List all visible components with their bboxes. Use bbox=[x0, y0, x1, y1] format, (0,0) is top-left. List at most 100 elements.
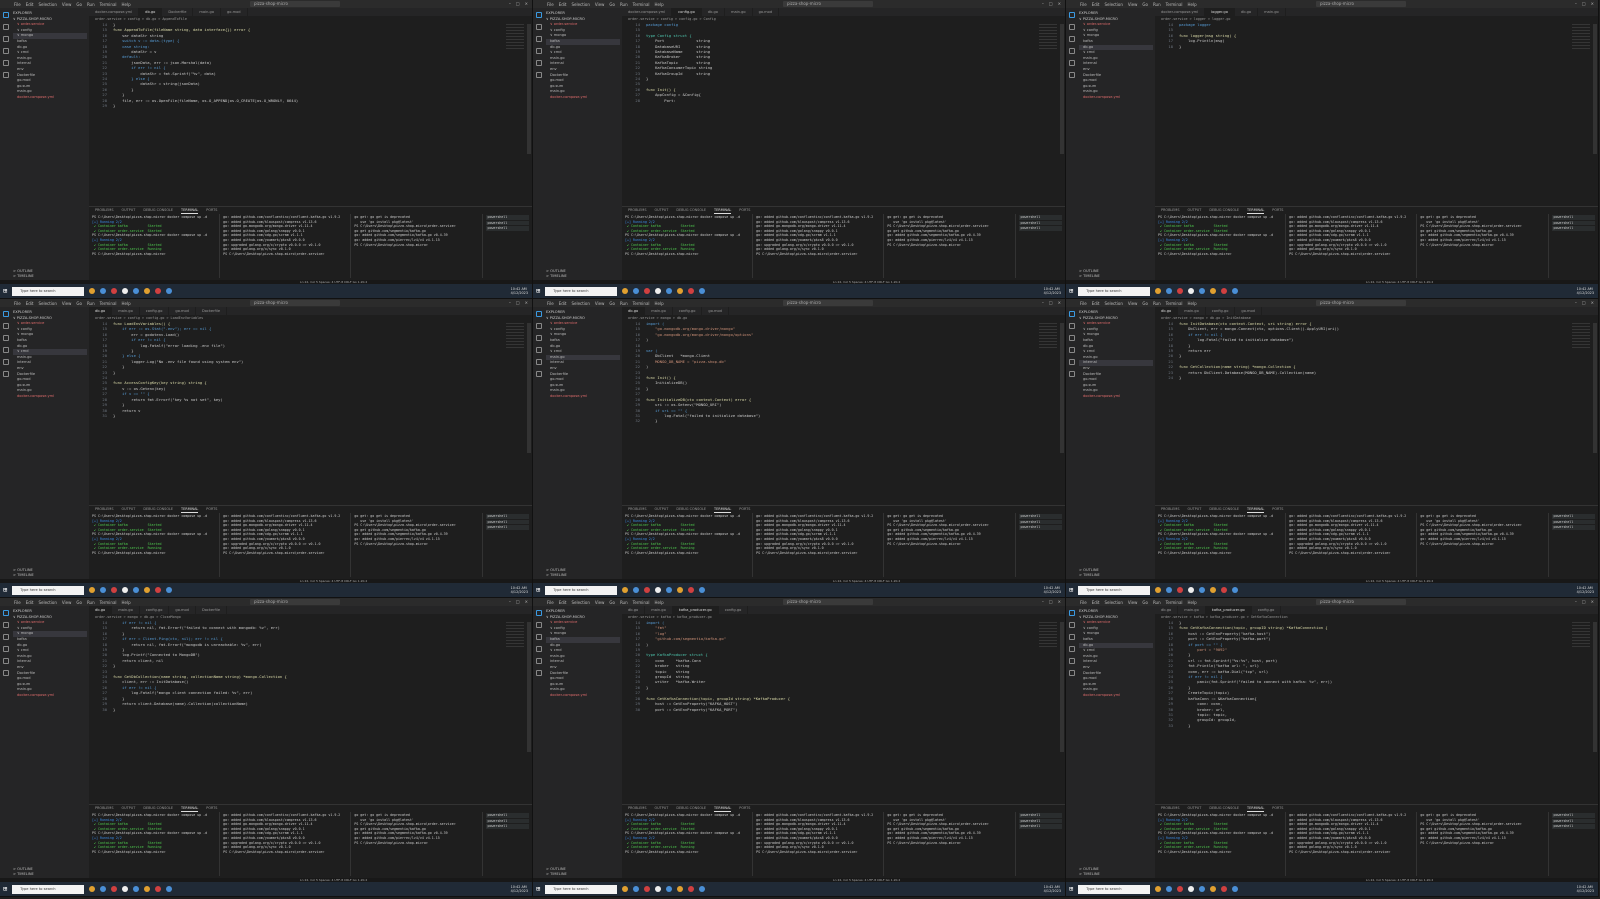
taskbar-search-input[interactable]: Type here to search bbox=[545, 585, 618, 595]
menu-item-edit[interactable]: Edit bbox=[559, 301, 567, 306]
windows-start-icon[interactable]: ⊞ bbox=[1069, 287, 1073, 295]
explorer-icon[interactable] bbox=[1068, 311, 1075, 317]
tab-main-go[interactable]: main.go bbox=[1178, 606, 1206, 614]
menu-item-file[interactable]: File bbox=[547, 2, 554, 7]
panel-tab-terminal[interactable]: TERMINAL bbox=[714, 506, 732, 513]
taskbar-search-input[interactable]: Type here to search bbox=[1078, 884, 1151, 894]
menu-item-run[interactable]: Run bbox=[87, 301, 95, 306]
panel-tab-debug-console[interactable]: DEBUG CONSOLE bbox=[143, 506, 173, 513]
taskbar-app-icon[interactable] bbox=[1199, 288, 1206, 294]
docker-icon[interactable] bbox=[535, 371, 542, 377]
menu-item-terminal[interactable]: Terminal bbox=[633, 600, 650, 605]
taskbar-app-icon[interactable] bbox=[699, 288, 706, 294]
panel-tab-ports[interactable]: PORTS bbox=[739, 207, 750, 214]
tab-docker-compose-yml[interactable]: docker-compose.yml bbox=[1155, 8, 1206, 16]
terminal-middle[interactable]: go: added github.com/confluentinc/conflu… bbox=[220, 513, 352, 577]
editor-scrollbar[interactable] bbox=[527, 622, 531, 752]
menu-item-help[interactable]: Help bbox=[655, 2, 664, 7]
panel-tab-terminal[interactable]: TERMINAL bbox=[1247, 506, 1265, 513]
taskbar-app-icon[interactable] bbox=[166, 587, 173, 593]
editor-scrollbar[interactable] bbox=[527, 24, 531, 154]
taskbar-app-icon[interactable] bbox=[122, 587, 129, 593]
maximize-icon[interactable]: □ bbox=[1582, 599, 1586, 604]
maximize-icon[interactable]: □ bbox=[1049, 300, 1053, 305]
taskbar-app-icon[interactable] bbox=[1210, 886, 1217, 892]
menu-item-selection[interactable]: Selection bbox=[1104, 2, 1122, 7]
code-editor[interactable]: 14 import (15 "fmt" 16 "log" 17 "github.com… bbox=[622, 620, 1065, 712]
explorer-icon[interactable] bbox=[2, 12, 9, 18]
editor-scrollbar[interactable] bbox=[1593, 323, 1597, 453]
run-debug-icon[interactable] bbox=[2, 48, 9, 54]
panel-tab-output[interactable]: OUTPUT bbox=[1188, 805, 1202, 812]
taskbar-app-icon[interactable] bbox=[1155, 886, 1162, 892]
editor-scrollbar[interactable] bbox=[527, 323, 531, 453]
terminal-right[interactable]: go get: go get is deprecated use 'go ins… bbox=[1417, 214, 1549, 278]
terminal-instance[interactable]: powershell bbox=[1018, 215, 1062, 220]
tab-go-mod[interactable]: go.mod bbox=[169, 606, 196, 614]
taskbar-app-icon[interactable] bbox=[1188, 587, 1195, 593]
minimize-icon[interactable]: – bbox=[1575, 1, 1577, 6]
menu-item-file[interactable]: File bbox=[14, 600, 21, 605]
terminal-left[interactable]: PS C:\Users\Desktop\pizza-shop-micro> do… bbox=[1155, 214, 1287, 278]
terminal-right[interactable]: go get: go get is deprecated use 'go ins… bbox=[1417, 812, 1549, 876]
tab-config-go[interactable]: config.go bbox=[673, 307, 703, 315]
menu-item-edit[interactable]: Edit bbox=[559, 600, 567, 605]
panel-tab-problems[interactable]: PROBLEMS bbox=[1161, 207, 1180, 214]
explorer-icon[interactable] bbox=[535, 311, 542, 317]
editor-scrollbar[interactable] bbox=[1593, 24, 1597, 154]
menu-item-go[interactable]: Go bbox=[1142, 600, 1148, 605]
menu-item-view[interactable]: View bbox=[1128, 2, 1138, 7]
source-control-icon[interactable] bbox=[535, 335, 542, 341]
panel-tab-output[interactable]: OUTPUT bbox=[1188, 506, 1202, 513]
panel-tab-debug-console[interactable]: DEBUG CONSOLE bbox=[676, 805, 706, 812]
run-debug-icon[interactable] bbox=[535, 646, 542, 652]
taskbar-search-input[interactable]: Type here to search bbox=[1078, 286, 1151, 296]
taskbar-app-icon[interactable] bbox=[1155, 288, 1162, 294]
menu-item-view[interactable]: View bbox=[62, 600, 72, 605]
explorer-icon[interactable] bbox=[1068, 610, 1075, 616]
terminal-left[interactable]: PS C:\Users\Desktop\pizza-shop-micro> do… bbox=[1155, 513, 1287, 577]
menu-item-help[interactable]: Help bbox=[122, 301, 131, 306]
minimize-icon[interactable]: – bbox=[1042, 599, 1044, 604]
source-control-icon[interactable] bbox=[2, 634, 9, 640]
run-debug-icon[interactable] bbox=[1068, 347, 1075, 353]
menu-item-file[interactable]: File bbox=[547, 600, 554, 605]
minimap[interactable] bbox=[1572, 24, 1590, 50]
command-center-search[interactable]: pizza-shop-micro bbox=[1316, 1, 1406, 7]
terminal-instance[interactable]: powershell bbox=[485, 226, 529, 231]
tab-main-go[interactable]: main.go bbox=[645, 606, 673, 614]
taskbar-search-input[interactable]: Type here to search bbox=[12, 286, 85, 296]
taskbar-app-icon[interactable] bbox=[1188, 288, 1195, 294]
source-control-icon[interactable] bbox=[2, 36, 9, 42]
terminal-instance[interactable]: powershell bbox=[1551, 824, 1595, 829]
tab-kafka_producer-go[interactable]: kafka_producer.go bbox=[672, 606, 719, 614]
panel-tab-terminal[interactable]: TERMINAL bbox=[714, 207, 732, 214]
explorer-item[interactable]: docker-compose.yml bbox=[546, 95, 620, 101]
panel-tab-problems[interactable]: PROBLEMS bbox=[1161, 506, 1180, 513]
panel-tab-ports[interactable]: PORTS bbox=[206, 805, 217, 812]
tab-go-mod[interactable]: go.mod bbox=[753, 8, 780, 16]
extensions-icon[interactable] bbox=[2, 658, 9, 664]
taskbar-app-icon[interactable] bbox=[677, 587, 684, 593]
taskbar-app-icon[interactable] bbox=[655, 587, 662, 593]
terminal-right[interactable]: go get: go get is deprecated use 'go ins… bbox=[351, 214, 483, 278]
taskbar-app-icon[interactable] bbox=[1232, 288, 1239, 294]
tab-main-go[interactable]: main.go bbox=[1258, 8, 1286, 16]
taskbar-app-icon[interactable] bbox=[622, 587, 629, 593]
taskbar-search-input[interactable]: Type here to search bbox=[12, 585, 85, 595]
taskbar-app-icon[interactable] bbox=[1166, 886, 1173, 892]
taskbar-app-icon[interactable] bbox=[677, 288, 684, 294]
terminal-right[interactable]: go get: go get is deprecated use 'go ins… bbox=[884, 812, 1016, 876]
source-control-icon[interactable] bbox=[1068, 335, 1075, 341]
menu-item-run[interactable]: Run bbox=[1153, 2, 1161, 7]
menu-item-edit[interactable]: Edit bbox=[26, 301, 34, 306]
command-center-search[interactable]: pizza-shop-micro bbox=[783, 1, 873, 7]
taskbar-app-icon[interactable] bbox=[688, 288, 695, 294]
terminal-middle[interactable]: go: added github.com/confluentinc/conflu… bbox=[753, 812, 885, 876]
menu-item-go[interactable]: Go bbox=[609, 600, 615, 605]
menu-item-view[interactable]: View bbox=[1128, 301, 1138, 306]
menu-item-selection[interactable]: Selection bbox=[38, 2, 56, 7]
explorer-item[interactable]: docker-compose.yml bbox=[546, 693, 620, 699]
panel-tab-terminal[interactable]: TERMINAL bbox=[181, 506, 199, 513]
minimap[interactable] bbox=[506, 323, 524, 349]
